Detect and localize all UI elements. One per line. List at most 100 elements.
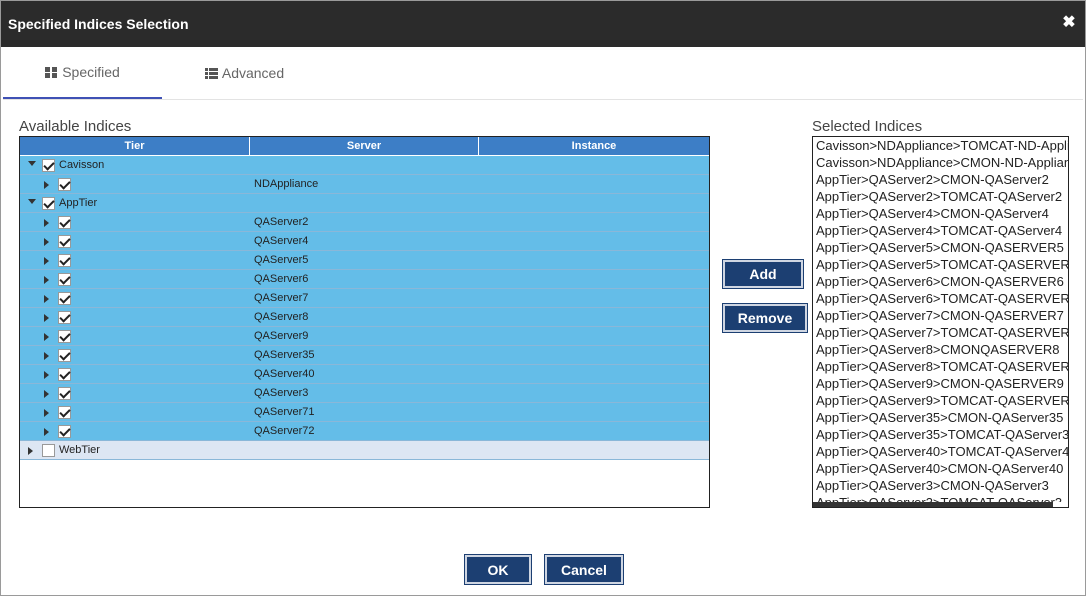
list-item[interactable]: AppTier>QAServer7>TOMCAT-QASERVER7 <box>813 324 1068 341</box>
caret-right-icon[interactable] <box>44 428 49 436</box>
grid-header: Tier Server Instance <box>20 137 709 156</box>
caret-right-icon[interactable] <box>28 447 33 455</box>
list-item[interactable]: AppTier>QAServer6>CMON-QASERVER6 <box>813 273 1068 290</box>
row-checkbox[interactable] <box>42 159 55 172</box>
list-item[interactable]: AppTier>QAServer9>CMON-QASERVER9 <box>813 375 1068 392</box>
scrollbar-thumb[interactable] <box>813 502 1053 507</box>
caret-right-icon[interactable] <box>44 181 49 189</box>
caret-right-icon[interactable] <box>44 314 49 322</box>
list-item[interactable]: AppTier>QAServer8>TOMCAT-QASERVER8 <box>813 358 1068 375</box>
tree-body: Cavisson NDAppliance AppTier QAServer2 QASer… <box>20 156 709 460</box>
caret-right-icon[interactable] <box>44 333 49 341</box>
tree-row[interactable]: AppTier <box>20 194 709 213</box>
column-header-tier[interactable]: Tier <box>20 137 250 155</box>
tree-row-label: QAServer2 <box>254 216 309 228</box>
tree-row[interactable]: NDAppliance <box>20 175 709 194</box>
row-checkbox[interactable] <box>42 444 55 457</box>
list-item[interactable]: AppTier>QAServer3>CMON-QAServer3 <box>813 477 1068 494</box>
list-item[interactable]: AppTier>QAServer40>CMON-QAServer40 <box>813 460 1068 477</box>
tree-row[interactable]: QAServer4 <box>20 232 709 251</box>
caret-down-icon[interactable] <box>28 161 36 166</box>
tree-row[interactable]: QAServer40 <box>20 365 709 384</box>
row-checkbox[interactable] <box>58 254 71 267</box>
tree-row[interactable]: QAServer7 <box>20 289 709 308</box>
add-button[interactable]: Add <box>722 259 804 289</box>
tree-row[interactable]: Cavisson <box>20 156 709 175</box>
tree-row-label: AppTier <box>59 197 98 209</box>
row-checkbox[interactable] <box>58 406 71 419</box>
tree-row[interactable]: QAServer71 <box>20 403 709 422</box>
caret-right-icon[interactable] <box>44 257 49 265</box>
row-checkbox[interactable] <box>58 330 71 343</box>
row-checkbox[interactable] <box>42 197 55 210</box>
row-checkbox[interactable] <box>58 273 71 286</box>
tree-row-label: QAServer6 <box>254 273 309 285</box>
tree-row-label: QAServer40 <box>254 368 315 380</box>
list-icon <box>204 67 218 79</box>
list-item[interactable]: Cavisson>NDAppliance>CMON-ND-Appliance <box>813 154 1068 171</box>
list-item[interactable]: AppTier>QAServer40>TOMCAT-QAServer40 <box>813 443 1068 460</box>
column-header-instance[interactable]: Instance <box>479 137 709 155</box>
tree-row-label: QAServer9 <box>254 330 309 342</box>
row-checkbox[interactable] <box>58 216 71 229</box>
list-item[interactable]: AppTier>QAServer5>CMON-QASERVER5 <box>813 239 1068 256</box>
tab-specified-label: Specified <box>62 64 120 80</box>
row-checkbox[interactable] <box>58 425 71 438</box>
tab-advanced-label: Advanced <box>221 65 285 81</box>
tab-bar: Specified Advanced <box>3 47 1083 100</box>
close-icon[interactable]: ✖ <box>1061 14 1077 32</box>
cancel-button[interactable]: Cancel <box>544 554 624 585</box>
caret-right-icon[interactable] <box>44 352 49 360</box>
list-item[interactable]: AppTier>QAServer6>TOMCAT-QASERVER6 <box>813 290 1068 307</box>
tree-row[interactable]: QAServer35 <box>20 346 709 365</box>
caret-right-icon[interactable] <box>44 238 49 246</box>
list-item[interactable]: AppTier>QAServer9>TOMCAT-QASERVER9 <box>813 392 1068 409</box>
tree-row[interactable]: QAServer6 <box>20 270 709 289</box>
list-item[interactable]: Cavisson>NDAppliance>TOMCAT-ND-Appliance <box>813 137 1068 154</box>
caret-right-icon[interactable] <box>44 295 49 303</box>
tree-row-label: QAServer3 <box>254 387 309 399</box>
list-item[interactable]: AppTier>QAServer4>TOMCAT-QAServer4 <box>813 222 1068 239</box>
tree-row-label: QAServer4 <box>254 235 309 247</box>
row-checkbox[interactable] <box>58 178 71 191</box>
caret-right-icon[interactable] <box>44 409 49 417</box>
dialog-title: Specified Indices Selection <box>8 16 189 32</box>
list-item[interactable]: AppTier>QAServer4>CMON-QAServer4 <box>813 205 1068 222</box>
row-checkbox[interactable] <box>58 311 71 324</box>
row-checkbox[interactable] <box>58 387 71 400</box>
list-item[interactable]: AppTier>QAServer7>CMON-QASERVER7 <box>813 307 1068 324</box>
tree-row[interactable]: QAServer9 <box>20 327 709 346</box>
tree-row[interactable]: QAServer72 <box>20 422 709 441</box>
list-item[interactable]: AppTier>QAServer8>CMONQASERVER8 <box>813 341 1068 358</box>
tree-row[interactable]: QAServer5 <box>20 251 709 270</box>
list-item[interactable]: AppTier>QAServer35>CMON-QAServer35 <box>813 409 1068 426</box>
list-item[interactable]: AppTier>QAServer2>TOMCAT-QAServer2 <box>813 188 1068 205</box>
tab-specified[interactable]: Specified <box>3 47 162 99</box>
remove-button[interactable]: Remove <box>722 303 808 333</box>
row-checkbox[interactable] <box>58 368 71 381</box>
list-item[interactable]: AppTier>QAServer5>TOMCAT-QASERVER5 <box>813 256 1068 273</box>
tree-row-label: QAServer5 <box>254 254 309 266</box>
horizontal-scrollbar[interactable] <box>813 502 1068 507</box>
row-checkbox[interactable] <box>58 235 71 248</box>
tree-row[interactable]: QAServer2 <box>20 213 709 232</box>
tree-row[interactable]: QAServer3 <box>20 384 709 403</box>
tree-row[interactable]: WebTier <box>20 441 709 460</box>
caret-down-icon[interactable] <box>28 199 36 204</box>
list-item[interactable]: AppTier>QAServer35>TOMCAT-QAServer35 <box>813 426 1068 443</box>
selected-indices-list[interactable]: Cavisson>NDAppliance>TOMCAT-ND-Appliance… <box>812 136 1069 508</box>
list-item[interactable]: AppTier>QAServer2>CMON-QAServer2 <box>813 171 1068 188</box>
caret-right-icon[interactable] <box>44 390 49 398</box>
caret-right-icon[interactable] <box>44 276 49 284</box>
tree-row-label: Cavisson <box>59 159 105 171</box>
caret-right-icon[interactable] <box>44 219 49 227</box>
caret-right-icon[interactable] <box>44 371 49 379</box>
tree-row-label: QAServer7 <box>254 292 309 304</box>
column-header-server[interactable]: Server <box>250 137 479 155</box>
ok-button[interactable]: OK <box>464 554 532 585</box>
tree-row[interactable]: QAServer8 <box>20 308 709 327</box>
row-checkbox[interactable] <box>58 349 71 362</box>
tree-row-label: WebTier <box>59 444 100 456</box>
tab-advanced[interactable]: Advanced <box>165 47 324 99</box>
row-checkbox[interactable] <box>58 292 71 305</box>
